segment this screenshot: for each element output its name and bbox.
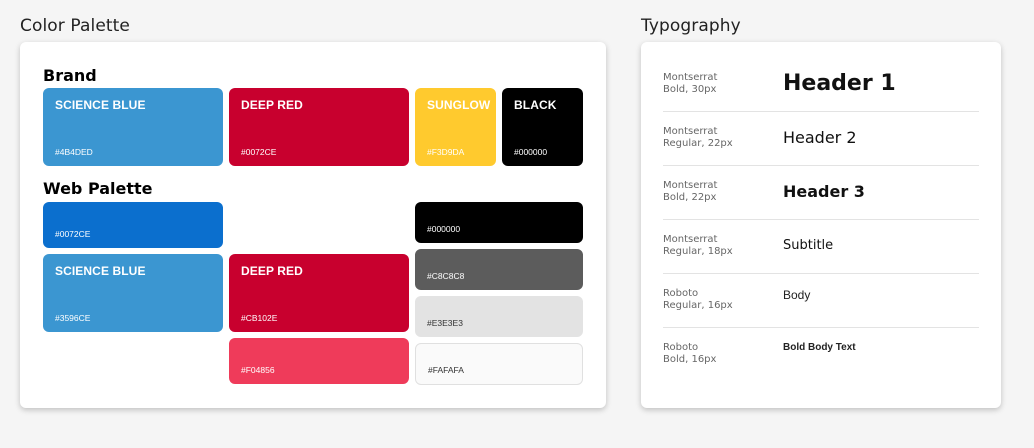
- type-sample-subtitle: Subtitle: [783, 238, 834, 253]
- type-sample-header-3: Header 3: [783, 182, 865, 201]
- type-weight-size: Regular, 16px: [663, 300, 733, 311]
- swatch-hex: #FAFAFA: [428, 365, 464, 375]
- type-sample-header-1: Header 1: [783, 71, 896, 96]
- type-font: Roboto: [663, 342, 699, 353]
- type-spec: Montserrat Bold, 22px: [663, 180, 717, 204]
- type-font: Montserrat: [663, 72, 718, 83]
- type-spec: Montserrat Regular, 22px: [663, 126, 733, 150]
- swatch-hex: #C8C8C8: [427, 271, 465, 281]
- swatch-name: DEEP RED: [241, 98, 303, 112]
- swatch-hex: #0072CE: [241, 147, 277, 157]
- brand-swatch-sunglow[interactable]: SUNGLOW #F3D9DA: [415, 88, 496, 166]
- swatch-name: BLACK: [514, 98, 557, 112]
- typography-title: Typography: [641, 16, 741, 36]
- type-sample-header-2: Header 2: [783, 128, 857, 147]
- type-font: Montserrat: [663, 180, 718, 191]
- swatch-hex: #F04856: [241, 365, 275, 375]
- swatch-name: DEEP RED: [241, 264, 303, 278]
- type-sample-bold-body: Bold Body Text: [783, 342, 856, 353]
- swatch-hex: #4B4DED: [55, 147, 93, 157]
- type-row-header-3: Montserrat Bold, 22px Header 3: [663, 166, 979, 220]
- type-spec: Roboto Regular, 16px: [663, 288, 733, 312]
- swatch-hex: #3596CE: [55, 313, 91, 323]
- type-row-body: Roboto Regular, 16px Body: [663, 274, 979, 328]
- type-weight-size: Bold, 16px: [663, 354, 717, 365]
- type-row-header-1: Montserrat Bold, 30px Header 1: [663, 58, 979, 112]
- type-font: Montserrat: [663, 126, 718, 137]
- type-row-header-2: Montserrat Regular, 22px Header 2: [663, 112, 979, 166]
- swatch-hex: #F3D9DA: [427, 147, 465, 157]
- color-palette-card: Brand SCIENCE BLUE #4B4DED DEEP RED #007…: [20, 42, 606, 408]
- web-palette-heading: Web Palette: [43, 179, 153, 198]
- type-weight-size: Bold, 30px: [663, 84, 717, 95]
- type-weight-size: Regular, 18px: [663, 246, 733, 257]
- swatch-name: SCIENCE BLUE: [55, 264, 146, 278]
- swatch-hex: #E3E3E3: [427, 318, 463, 328]
- type-row-bold-body: Roboto Bold, 16px Bold Body Text: [663, 328, 979, 382]
- brand-swatch-science-blue[interactable]: SCIENCE BLUE #4B4DED: [43, 88, 223, 166]
- web-swatch-light-red[interactable]: #F04856: [229, 338, 409, 384]
- type-weight-size: Regular, 22px: [663, 138, 733, 149]
- brand-swatch-black[interactable]: BLACK #000000: [502, 88, 583, 166]
- brand-heading: Brand: [43, 66, 97, 85]
- typography-card: Montserrat Bold, 30px Header 1 Montserra…: [641, 42, 1001, 408]
- swatch-hex: #CB102E: [241, 313, 278, 323]
- type-spec: Montserrat Bold, 30px: [663, 72, 717, 96]
- web-swatch-black[interactable]: #000000: [415, 202, 583, 243]
- web-swatch-dark-gray[interactable]: #C8C8C8: [415, 249, 583, 290]
- type-weight-size: Bold, 22px: [663, 192, 717, 203]
- swatch-hex: #0072CE: [55, 229, 91, 239]
- web-swatch-blue[interactable]: #0072CE: [43, 202, 223, 248]
- swatch-name: SCIENCE BLUE: [55, 98, 146, 112]
- type-spec: Roboto Bold, 16px: [663, 342, 716, 366]
- swatch-name: SUNGLOW: [427, 98, 491, 112]
- swatch-hex: #000000: [427, 224, 461, 234]
- type-sample-body: Body: [783, 288, 811, 302]
- web-swatch-light-gray[interactable]: #E3E3E3: [415, 296, 583, 337]
- type-font: Montserrat: [663, 234, 718, 245]
- type-font: Roboto: [663, 288, 699, 299]
- swatch-hex: #000000: [514, 147, 548, 157]
- type-spec: Montserrat Regular, 18px: [663, 234, 733, 258]
- type-row-subtitle: Montserrat Regular, 18px Subtitle: [663, 220, 979, 274]
- color-palette-title: Color Palette: [20, 16, 130, 36]
- web-swatch-deep-red[interactable]: DEEP RED #CB102E: [229, 254, 409, 332]
- brand-swatch-deep-red[interactable]: DEEP RED #0072CE: [229, 88, 409, 166]
- web-swatch-science-blue[interactable]: SCIENCE BLUE #3596CE: [43, 254, 223, 332]
- web-swatch-off-white[interactable]: #FAFAFA: [415, 343, 583, 385]
